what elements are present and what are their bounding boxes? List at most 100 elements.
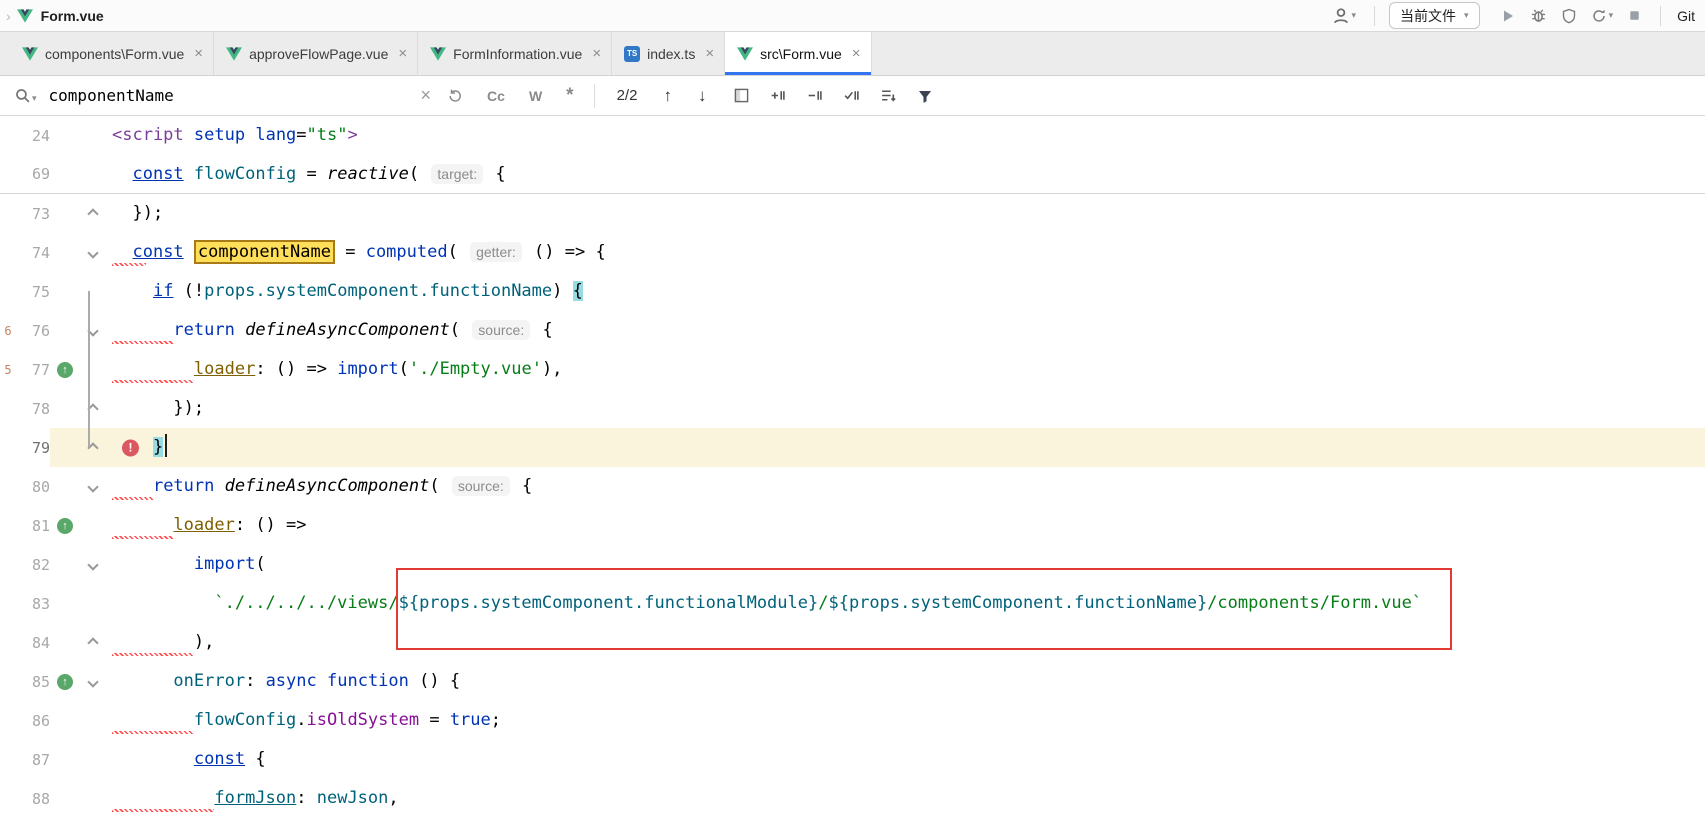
- code-line-88[interactable]: 88 formJson: newJson,: [0, 779, 1705, 818]
- clear-search-icon[interactable]: ×: [421, 85, 432, 106]
- search-input[interactable]: componentName: [49, 86, 421, 105]
- line-number[interactable]: 87: [16, 740, 50, 779]
- code-line-24[interactable]: 24 <script setup lang="ts">: [0, 116, 1705, 155]
- code-text[interactable]: return defineAsyncComponent( source: {: [106, 311, 1705, 350]
- line-number[interactable]: 84: [16, 623, 50, 662]
- code-text[interactable]: import(: [106, 545, 1705, 584]
- line-number[interactable]: 86: [16, 701, 50, 740]
- code-text[interactable]: flowConfig.isOldSystem = true;: [106, 701, 1705, 740]
- code-line-82[interactable]: 82 import(: [0, 545, 1705, 584]
- tab-approveflowpage-vue[interactable]: approveFlowPage.vue×: [214, 32, 418, 75]
- code-line-81[interactable]: 81 ↑ loader: () =>: [0, 506, 1705, 545]
- edge-mark: [0, 584, 16, 623]
- line-number[interactable]: 69: [16, 155, 50, 193]
- code-text[interactable]: const flowConfig = reactive( target: {: [106, 155, 1705, 194]
- code-text[interactable]: <script setup lang="ts">: [106, 116, 1705, 155]
- git-menu[interactable]: Git: [1677, 8, 1695, 24]
- line-number[interactable]: 75: [16, 272, 50, 311]
- user-account-button[interactable]: ▾: [1328, 4, 1361, 28]
- code-text[interactable]: loader: () => import('./Empty.vue'),: [106, 350, 1705, 389]
- run-button[interactable]: [1496, 5, 1520, 27]
- code-line-74[interactable]: 74 const componentName = computed( gette…: [0, 233, 1705, 272]
- code-line-86[interactable]: 86 flowConfig.isOldSystem = true;: [0, 701, 1705, 740]
- code-line-79[interactable]: 79 }!: [0, 428, 1705, 467]
- code-line-80[interactable]: 80 return defineAsyncComponent( source: …: [0, 467, 1705, 506]
- edge-mark: [0, 389, 16, 428]
- code-text[interactable]: loader: () =>: [106, 506, 1705, 545]
- implemented-gutter-icon[interactable]: ↑: [57, 518, 73, 534]
- tab-close-icon[interactable]: ×: [852, 46, 861, 61]
- code-line-84[interactable]: 84 ),: [0, 623, 1705, 662]
- code-text[interactable]: formJson: newJson,: [106, 779, 1705, 818]
- line-number[interactable]: 83: [16, 584, 50, 623]
- open-results-window-icon[interactable]: [734, 88, 749, 103]
- line-number[interactable]: 85: [16, 662, 50, 701]
- tab-close-icon[interactable]: ×: [398, 46, 407, 61]
- select-all-occurrences-icon[interactable]: [843, 87, 860, 104]
- tab-close-icon[interactable]: ×: [705, 46, 714, 61]
- code-line-76[interactable]: 676 return defineAsyncComponent( source:…: [0, 311, 1705, 350]
- search-history-icon[interactable]: [447, 88, 463, 104]
- debug-button[interactable]: [1526, 4, 1551, 27]
- line-number[interactable]: 24: [16, 116, 50, 155]
- code-text[interactable]: const {: [106, 740, 1705, 779]
- match-case-toggle[interactable]: Cc: [487, 88, 505, 104]
- tab-forminformation-vue[interactable]: FormInformation.vue×: [418, 32, 612, 75]
- code-text[interactable]: });: [106, 389, 1705, 428]
- restart-button[interactable]: ▾: [1587, 5, 1618, 27]
- search-filter-icon[interactable]: [917, 88, 933, 104]
- search-icon[interactable]: ▾: [14, 87, 37, 104]
- coverage-button[interactable]: [1557, 5, 1581, 27]
- code-line-87[interactable]: 87 const {: [0, 740, 1705, 779]
- stop-button[interactable]: [1623, 5, 1646, 26]
- add-occurrence-icon[interactable]: [769, 87, 786, 104]
- line-number[interactable]: 81: [16, 506, 50, 545]
- error-gutter-icon[interactable]: !: [122, 439, 139, 456]
- line-number[interactable]: 88: [16, 779, 50, 818]
- tab-index-ts[interactable]: TSindex.ts×: [612, 32, 725, 75]
- line-number[interactable]: 77: [16, 350, 50, 389]
- fold-up-icon[interactable]: [87, 208, 98, 219]
- tab-close-icon[interactable]: ×: [194, 46, 203, 61]
- line-number[interactable]: 76: [16, 311, 50, 350]
- tab-src-form-vue[interactable]: src\Form.vue×: [725, 32, 871, 75]
- code-text[interactable]: }: [106, 428, 1705, 467]
- code-line-83[interactable]: 83 `./../../../views/${props.systemCompo…: [0, 584, 1705, 623]
- line-number[interactable]: 79: [16, 428, 50, 467]
- line-number[interactable]: 74: [16, 233, 50, 272]
- run-config-selector[interactable]: 当前文件 ▾: [1389, 2, 1480, 29]
- code-text[interactable]: const componentName = computed( getter: …: [106, 233, 1705, 272]
- code-text[interactable]: return defineAsyncComponent( source: {: [106, 467, 1705, 506]
- line-number[interactable]: 80: [16, 467, 50, 506]
- fold-down-icon[interactable]: [87, 559, 98, 570]
- remove-occurrence-icon[interactable]: [806, 87, 823, 104]
- regex-toggle[interactable]: *: [566, 85, 573, 107]
- code-line-85[interactable]: 85 ↑ onError: async function () {: [0, 662, 1705, 701]
- implemented-gutter-icon[interactable]: ↑: [57, 362, 73, 378]
- code-text[interactable]: onError: async function () {: [106, 662, 1705, 701]
- previous-match-button[interactable]: ↑: [663, 86, 672, 106]
- tab-close-icon[interactable]: ×: [592, 46, 601, 61]
- filter-lines-icon[interactable]: [880, 87, 897, 104]
- code-line-73[interactable]: 73 });: [0, 194, 1705, 233]
- tab-components-form-vue[interactable]: components\Form.vue×: [10, 32, 214, 75]
- code-text[interactable]: ),: [106, 623, 1705, 662]
- fold-down-icon[interactable]: [87, 247, 98, 258]
- fold-up-icon[interactable]: [87, 637, 98, 648]
- code-text[interactable]: });: [106, 194, 1705, 233]
- code-text[interactable]: if (!props.systemComponent.functionName)…: [106, 272, 1705, 311]
- code-text[interactable]: `./../../../views/${props.systemComponen…: [106, 584, 1705, 623]
- line-number[interactable]: 78: [16, 389, 50, 428]
- implemented-gutter-icon[interactable]: ↑: [57, 674, 73, 690]
- line-number[interactable]: 82: [16, 545, 50, 584]
- code-line-69[interactable]: 69 const flowConfig = reactive( target: …: [0, 155, 1705, 194]
- code-line-78[interactable]: 78 });: [0, 389, 1705, 428]
- code-line-77[interactable]: 577↑ loader: () => import('./Empty.vue')…: [0, 350, 1705, 389]
- code-line-75[interactable]: 75 if (!props.systemComponent.functionNa…: [0, 272, 1705, 311]
- whole-words-toggle[interactable]: W: [529, 88, 542, 104]
- editor[interactable]: 24<script setup lang="ts">69 const flowC…: [0, 116, 1705, 818]
- line-number[interactable]: 73: [16, 194, 50, 233]
- next-match-button[interactable]: ↓: [698, 86, 707, 106]
- fold-down-icon[interactable]: [87, 676, 98, 687]
- fold-down-icon[interactable]: [87, 481, 98, 492]
